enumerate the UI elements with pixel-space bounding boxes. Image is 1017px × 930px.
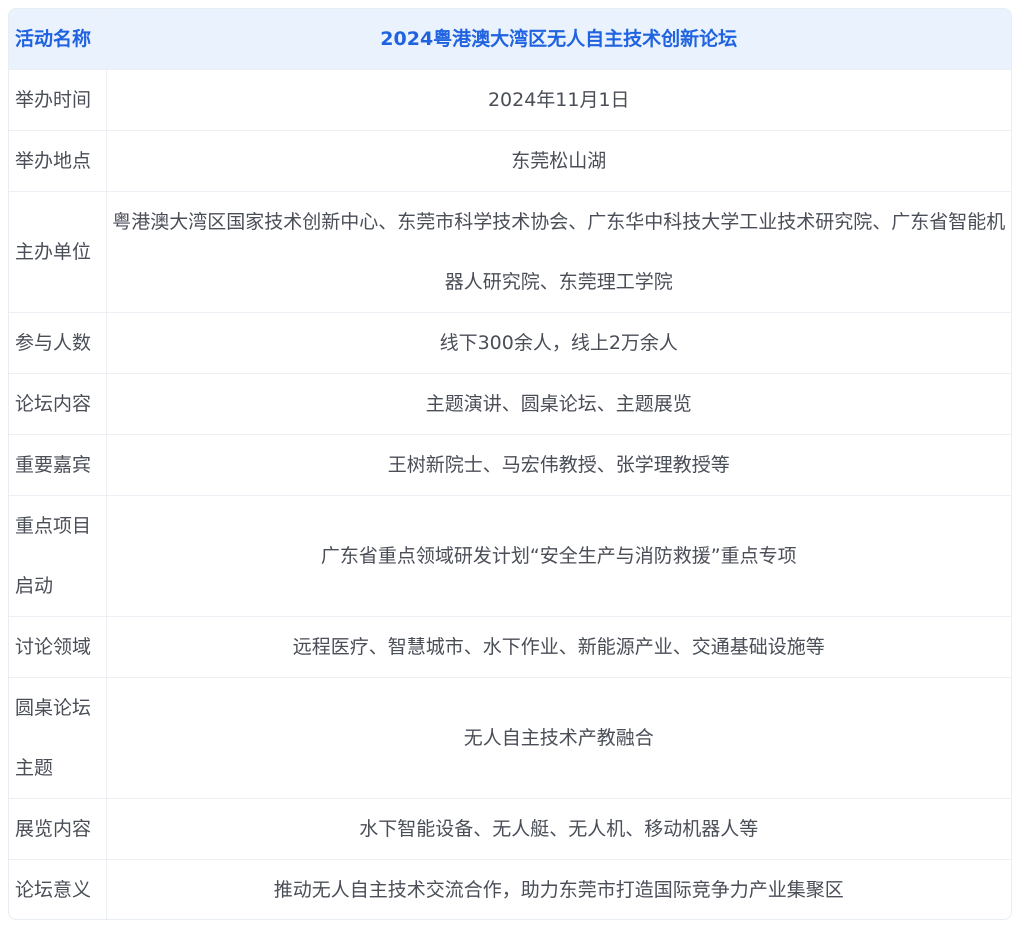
table-row-significance: 论坛意义 推动无人自主技术交流合作，助力东莞市打造国际竞争力产业集聚区 bbox=[9, 859, 1011, 919]
row-value: 线下300余人，线上2万余人 bbox=[106, 312, 1011, 374]
forum-info-table: 活动名称 2024粤港澳大湾区无人自主技术创新论坛 举办时间 2024年11月1… bbox=[9, 9, 1011, 919]
row-value: 粤港澳大湾区国家技术创新中心、东莞市科学技术协会、广东华中科技大学工业技术研究院… bbox=[106, 191, 1011, 313]
table-row-participants: 参与人数 线下300余人，线上2万余人 bbox=[9, 312, 1011, 374]
row-label: 论坛内容 bbox=[9, 373, 107, 435]
header-label-cell: 活动名称 bbox=[9, 9, 107, 70]
row-label: 参与人数 bbox=[9, 312, 107, 374]
header-value-cell: 2024粤港澳大湾区无人自主技术创新论坛 bbox=[106, 9, 1011, 70]
row-label: 举办时间 bbox=[9, 69, 107, 131]
table-row-key-project: 重点项目启动 广东省重点领域研发计划“安全生产与消防救援”重点专项 bbox=[9, 495, 1011, 617]
row-label: 举办地点 bbox=[9, 130, 107, 192]
row-value: 王树新院士、马宏伟教授、张学理教授等 bbox=[106, 434, 1011, 496]
row-label: 论坛意义 bbox=[9, 859, 107, 919]
row-label: 主办单位 bbox=[9, 191, 107, 313]
row-value: 远程医疗、智慧城市、水下作业、新能源产业、交通基础设施等 bbox=[106, 616, 1011, 678]
row-value: 无人自主技术产教融合 bbox=[106, 677, 1011, 799]
table-row-guests: 重要嘉宾 王树新院士、马宏伟教授、张学理教授等 bbox=[9, 434, 1011, 496]
table-row-content: 论坛内容 主题演讲、圆桌论坛、主题展览 bbox=[9, 373, 1011, 435]
row-value: 推动无人自主技术交流合作，助力东莞市打造国际竞争力产业集聚区 bbox=[273, 879, 844, 901]
table-row-time: 举办时间 2024年11月1日 bbox=[9, 69, 1011, 131]
row-value: 2024年11月1日 bbox=[106, 69, 1011, 131]
row-label: 展览内容 bbox=[9, 798, 107, 860]
row-value: 广东省重点领域研发计划“安全生产与消防救援”重点专项 bbox=[106, 495, 1011, 617]
table-row-organizers: 主办单位 粤港澳大湾区国家技术创新中心、东莞市科学技术协会、广东华中科技大学工业… bbox=[9, 191, 1011, 313]
row-label: 圆桌论坛主题 bbox=[9, 677, 107, 799]
row-value: 主题演讲、圆桌论坛、主题展览 bbox=[106, 373, 1011, 435]
row-label: 重要嘉宾 bbox=[9, 434, 107, 496]
row-value: 水下智能设备、无人艇、无人机、移动机器人等 bbox=[106, 798, 1011, 860]
table-row-roundtable-theme: 圆桌论坛主题 无人自主技术产教融合 bbox=[9, 677, 1011, 799]
row-label: 重点项目启动 bbox=[9, 495, 107, 617]
table-row-fields: 讨论领域 远程医疗、智慧城市、水下作业、新能源产业、交通基础设施等 bbox=[9, 616, 1011, 678]
row-label: 讨论领域 bbox=[9, 616, 107, 678]
table-header-row: 活动名称 2024粤港澳大湾区无人自主技术创新论坛 bbox=[9, 9, 1011, 70]
table-row-exhibition: 展览内容 水下智能设备、无人艇、无人机、移动机器人等 bbox=[9, 798, 1011, 860]
table-row-location: 举办地点 东莞松山湖 bbox=[9, 130, 1011, 192]
row-value: 东莞松山湖 bbox=[106, 130, 1011, 192]
info-table-container: 活动名称 2024粤港澳大湾区无人自主技术创新论坛 举办时间 2024年11月1… bbox=[8, 8, 1012, 920]
